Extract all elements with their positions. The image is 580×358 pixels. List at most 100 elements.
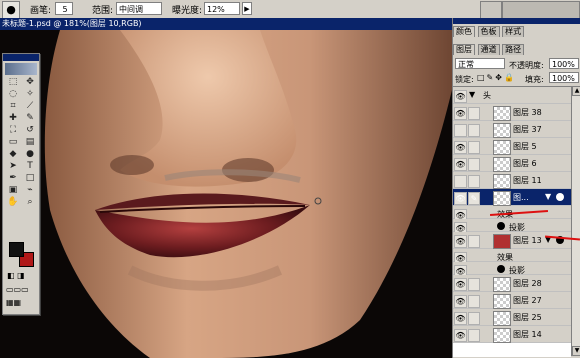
opacity-input[interactable]: 100%: [549, 58, 579, 69]
crop-tool-icon[interactable]: ⌗: [5, 101, 21, 112]
tab-swatches[interactable]: 色板: [477, 26, 500, 37]
dodge-tool-icon[interactable]: ●: [22, 149, 38, 160]
document-title-bar: 未标题-1.psd @ 181%(图层 10,RGB): [0, 18, 452, 30]
gradient-tool-icon[interactable]: ▤: [22, 137, 38, 148]
shape-tool-icon[interactable]: □: [22, 173, 38, 184]
zoom-tool-icon[interactable]: ⌕: [22, 197, 38, 208]
tab-color[interactable]: 颜色: [453, 26, 475, 37]
eye-icon[interactable]: 👁: [454, 90, 467, 103]
hand-tool-icon[interactable]: ✋: [5, 197, 21, 208]
tab-layers[interactable]: 图层: [453, 44, 475, 55]
burn-tool-icon[interactable]: ●: [2, 1, 20, 19]
brush-picker[interactable]: 5: [55, 2, 73, 15]
eye-icon[interactable]: 👁: [454, 329, 467, 342]
layer-name: 图层 11: [513, 176, 542, 185]
eye-icon[interactable]: 👁: [454, 192, 467, 205]
eyedropper-tool-icon[interactable]: ⌁: [22, 185, 38, 196]
eraser-tool-icon[interactable]: ▭: [5, 137, 21, 148]
link-icon[interactable]: [468, 235, 480, 248]
screen-mode-icon[interactable]: ▭▭▭: [6, 285, 29, 294]
layer-group-head[interactable]: 👁 ▼ 头: [453, 87, 571, 104]
palette-well[interactable]: [502, 1, 580, 19]
link-icon[interactable]: [468, 124, 480, 137]
eye-icon[interactable]: 👁: [454, 107, 467, 120]
layer-row[interactable]: 👁 图层 5: [453, 138, 571, 155]
marquee-tool-icon[interactable]: ⬚: [5, 77, 21, 88]
brush-tool-icon[interactable]: ✎: [22, 113, 38, 124]
effect-row-drop-shadow[interactable]: 👁 投影: [453, 262, 571, 278]
blur-tool-icon[interactable]: ◆: [5, 149, 21, 160]
link-icon[interactable]: [468, 312, 480, 325]
tab-channels[interactable]: 通道: [477, 44, 500, 55]
tab-styles[interactable]: 样式: [502, 26, 525, 37]
scroll-down-icon[interactable]: ▼: [572, 346, 580, 356]
eye-icon[interactable]: 👁: [454, 141, 467, 154]
fill-label: 填充:: [525, 75, 544, 84]
blend-mode-select[interactable]: 正常: [455, 58, 505, 69]
layer-row[interactable]: 👁 图层 25: [453, 309, 571, 326]
quick-mask-icon[interactable]: ◧ ◨: [7, 271, 25, 280]
layer-thumbnail: [493, 157, 511, 172]
eye-icon[interactable]: 👁: [454, 158, 467, 171]
photoshop-logo[interactable]: [5, 63, 37, 75]
link-icon[interactable]: [468, 175, 480, 188]
eye-icon[interactable]: 👁: [454, 278, 467, 291]
eye-icon[interactable]: 👁: [454, 295, 467, 308]
effects-row[interactable]: 👁 效果: [453, 249, 571, 265]
link-icon[interactable]: [468, 107, 480, 120]
layer-row[interactable]: 👁 图层 6: [453, 155, 571, 172]
notes-tool-icon[interactable]: ▣: [5, 185, 21, 196]
effect-row-drop-shadow[interactable]: 👁 投影: [453, 219, 571, 235]
brush-icon[interactable]: ✎: [468, 192, 480, 205]
pen-tool-icon[interactable]: ✒: [5, 173, 21, 184]
exposure-label: 曝光度:: [172, 6, 203, 16]
palette-titlebar[interactable]: [453, 18, 580, 24]
exposure-input[interactable]: 12%: [204, 2, 240, 15]
layer-name: 图层 13: [513, 236, 542, 245]
tab-paths[interactable]: 路径: [502, 44, 525, 55]
fx-icon[interactable]: [556, 193, 564, 201]
path-selection-tool-icon[interactable]: ➤: [5, 161, 21, 172]
scroll-up-icon[interactable]: ▲: [572, 86, 580, 96]
toolbox-titlebar[interactable]: [3, 54, 39, 61]
document-canvas[interactable]: [0, 30, 452, 358]
layer-row[interactable]: 👁 图层 27: [453, 292, 571, 309]
eye-icon-hidden[interactable]: [454, 124, 467, 137]
effects-toggle-icon[interactable]: ▼: [545, 192, 551, 201]
link-icon[interactable]: [468, 141, 480, 154]
eye-icon[interactable]: 👁: [454, 235, 467, 248]
type-tool-icon[interactable]: T: [22, 161, 38, 172]
lock-options-icons[interactable]: □✎✥🔒: [477, 73, 516, 82]
layer-row[interactable]: 👁 图层 28: [453, 275, 571, 292]
lasso-tool-icon[interactable]: ◌: [5, 89, 21, 100]
exposure-dropdown-icon[interactable]: ▶: [242, 2, 252, 15]
brushes-palette-icon[interactable]: [480, 1, 502, 19]
magic-wand-tool-icon[interactable]: ✧: [22, 89, 38, 100]
history-brush-tool-icon[interactable]: ↺: [22, 125, 38, 136]
expand-arrow-icon[interactable]: ▼: [469, 90, 475, 99]
range-select[interactable]: 中间调: [116, 2, 162, 15]
link-icon[interactable]: [468, 158, 480, 171]
slice-tool-icon[interactable]: ⟋: [22, 101, 38, 112]
healing-brush-tool-icon[interactable]: ✚: [5, 113, 21, 124]
layer-row[interactable]: 👁 图层 14: [453, 326, 571, 343]
link-icon[interactable]: [468, 329, 480, 342]
layer-row-selected[interactable]: 👁 ✎ 图... ▼: [453, 189, 571, 206]
fill-input[interactable]: 100%: [549, 72, 579, 83]
layer-row[interactable]: 👁 图层 38: [453, 104, 571, 121]
move-tool-icon[interactable]: ✥: [22, 77, 38, 88]
link-icon[interactable]: [468, 278, 480, 291]
layer-row[interactable]: 图层 37: [453, 121, 571, 138]
eye-icon-hidden[interactable]: [454, 175, 467, 188]
layer-name: 图层 28: [513, 279, 542, 288]
jump-to-imageready-icon[interactable]: ▦▦: [6, 298, 21, 307]
foreground-color-swatch-front[interactable]: [9, 242, 24, 257]
clone-stamp-tool-icon[interactable]: ⛶: [5, 125, 21, 136]
layers-scrollbar[interactable]: ▲ ▼: [571, 86, 580, 356]
layer-row[interactable]: 👁 图层 13 ▼: [453, 232, 571, 249]
eye-icon[interactable]: 👁: [454, 312, 467, 325]
link-icon[interactable]: [468, 295, 480, 308]
layer-thumbnail: [493, 277, 511, 292]
layer-row[interactable]: 图层 11: [453, 172, 571, 189]
layer-thumbnail: [493, 174, 511, 189]
